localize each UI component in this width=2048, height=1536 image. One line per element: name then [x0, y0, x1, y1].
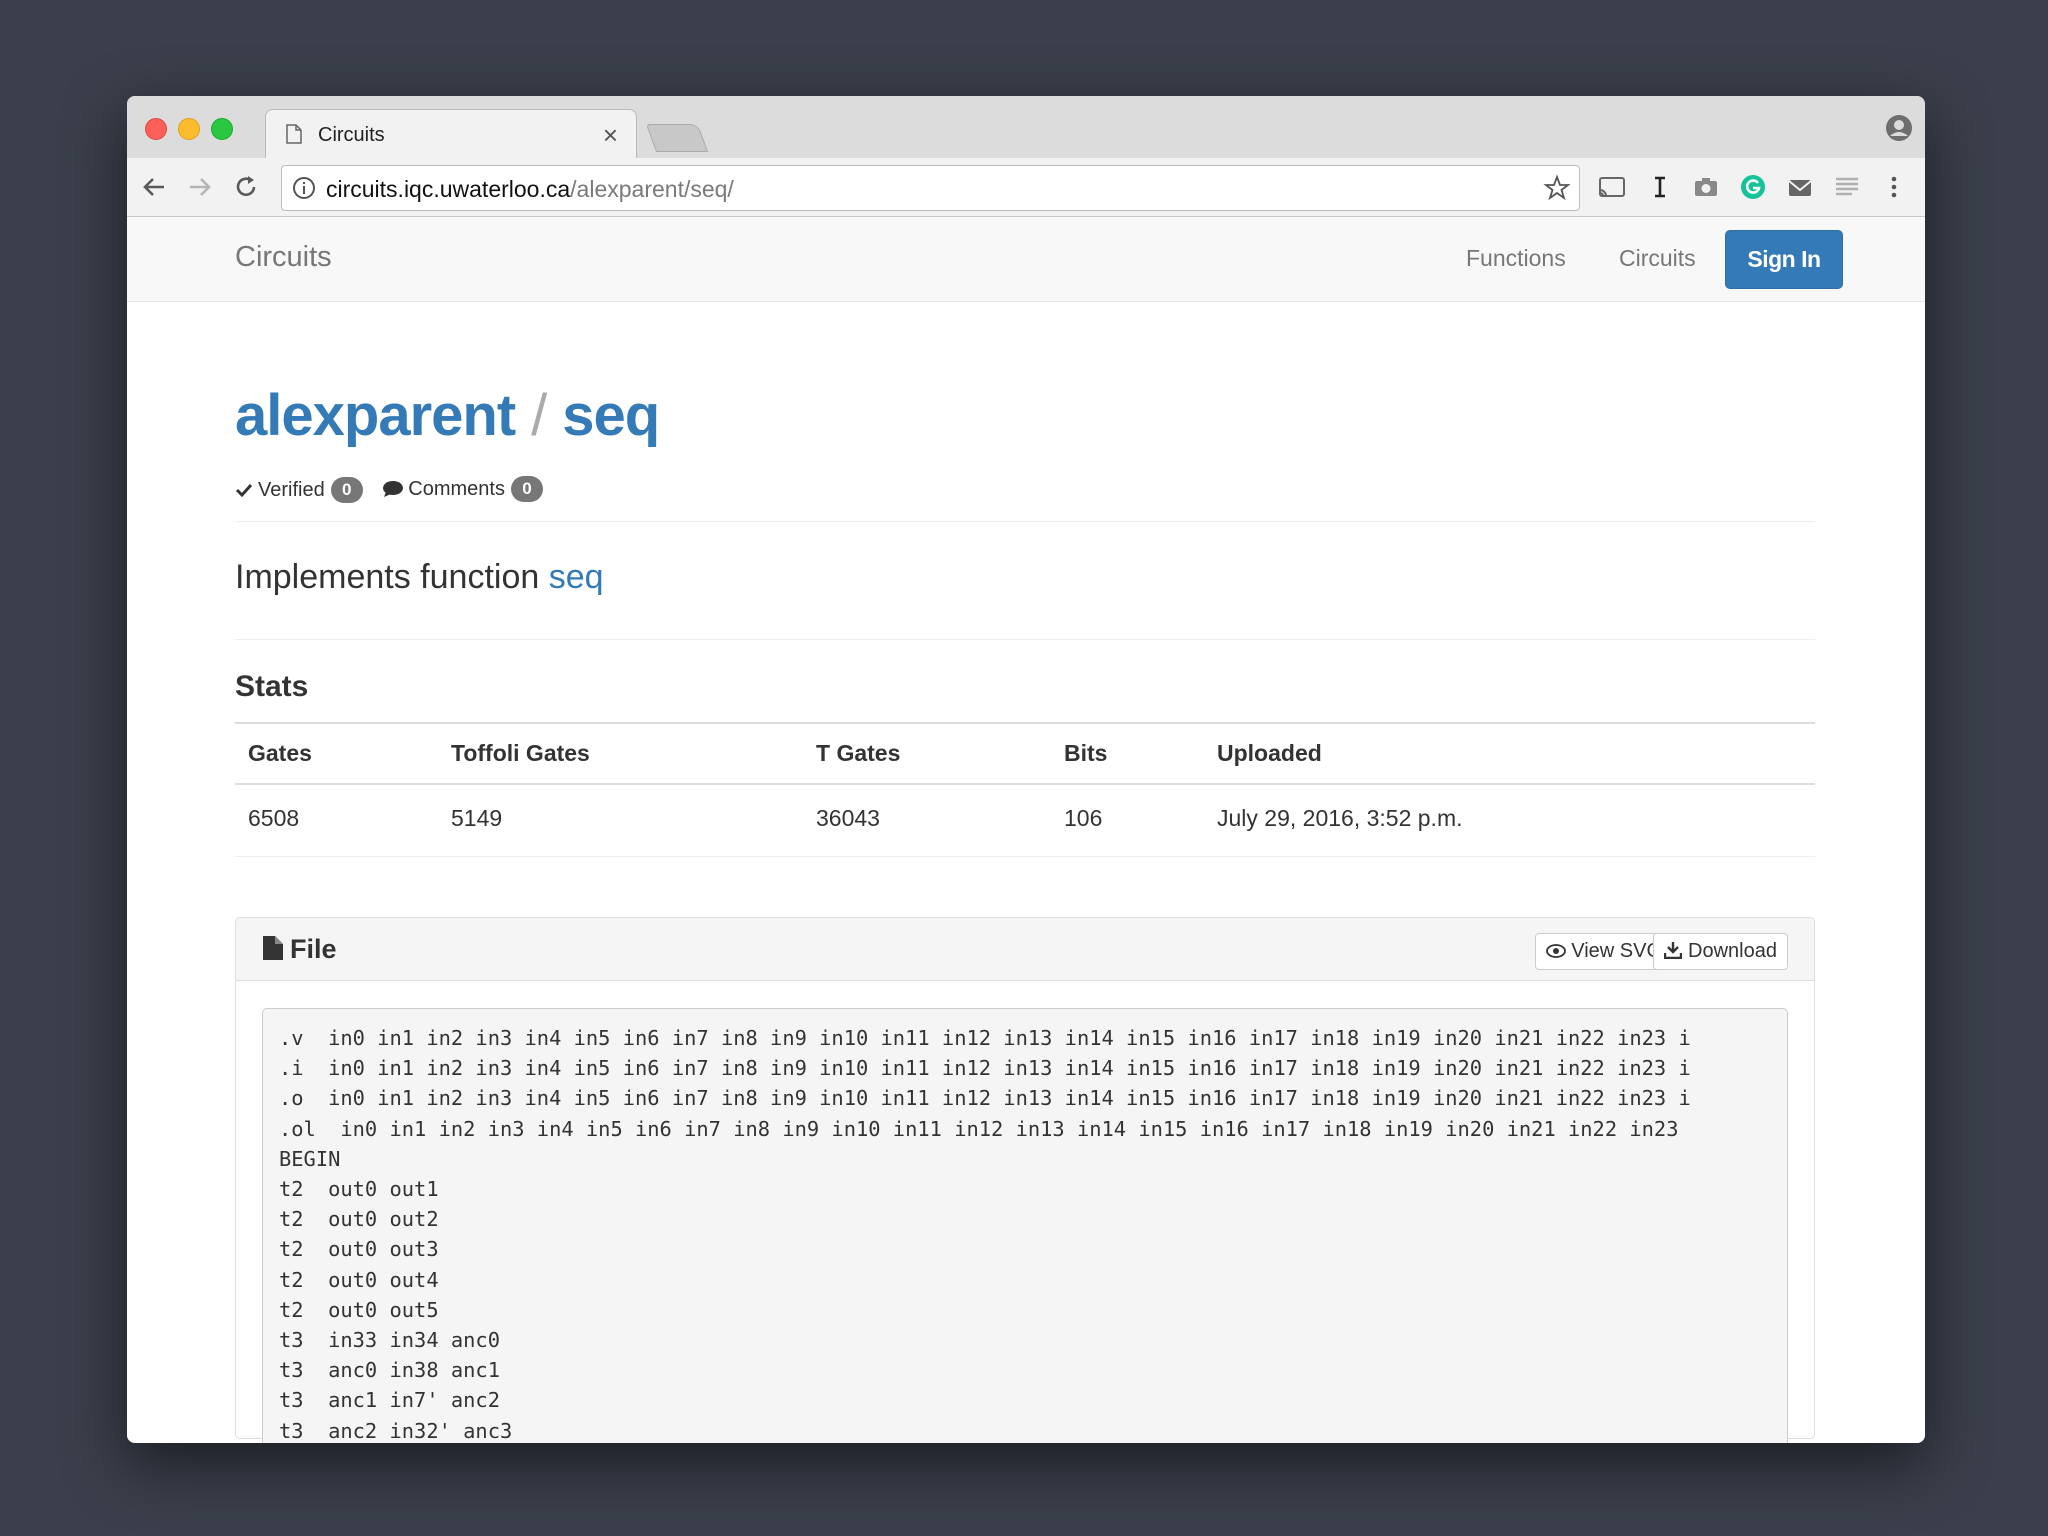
file-icon	[263, 936, 283, 960]
menu-kebab-icon[interactable]	[1879, 172, 1909, 202]
checkmark-icon	[235, 483, 253, 498]
code-line: .i in0 in1 in2 in3 in4 in5 in6 in7 in8 i…	[279, 1056, 1691, 1081]
code-line: .v in0 in1 in2 in3 in4 in5 in6 in7 in8 i…	[279, 1026, 1691, 1050]
back-arrow-icon[interactable]	[139, 172, 169, 202]
comments-count-badge: 0	[510, 476, 543, 502]
col-uploaded: Uploaded	[1204, 722, 1815, 785]
file-contents[interactable]: .v in0 in1 in2 in3 in4 in5 in6 in7 in8 i…	[262, 1008, 1788, 1443]
stats-table: Gates Toffoli Gates T Gates Bits Uploade…	[235, 722, 1815, 852]
cell-t-gates: 36043	[816, 805, 880, 831]
file-panel: File View SVG Download .v in0 in1 in2 in…	[235, 917, 1815, 1443]
reader-icon[interactable]	[1832, 172, 1862, 202]
code-line: .o in0 in1 in2 in3 in4 in5 in6 in7 in8 i…	[279, 1086, 1691, 1111]
divider	[235, 639, 1815, 640]
implements-prefix: Implements function	[235, 558, 540, 596]
download-icon	[1664, 942, 1683, 960]
eye-icon	[1545, 944, 1566, 958]
divider	[235, 856, 1815, 857]
code-line: t3 in33 in34 anc0	[279, 1328, 500, 1353]
col-toffoli-gates: Toffoli Gates	[438, 722, 803, 785]
comments-item[interactable]: Comments 0	[382, 476, 543, 502]
download-label: Download	[1688, 940, 1777, 962]
code-line: t2 out0 out5	[279, 1297, 439, 1322]
view-svg-button[interactable]: View SVG	[1534, 933, 1673, 970]
title-separator: /	[531, 383, 547, 448]
profile-icon[interactable]	[1885, 114, 1913, 142]
code-line: t3 anc2 in32' anc3	[279, 1418, 513, 1443]
window-maximize-button[interactable]	[211, 118, 233, 140]
meta-row: Verified 0 Comments 0	[235, 476, 557, 504]
cell-toffoli-gates: 5149	[451, 805, 503, 831]
page-title: alexparent / seq	[235, 382, 660, 449]
stats-heading: Stats	[235, 670, 309, 703]
cell-gates: 6508	[248, 805, 300, 831]
code-line: BEGIN	[279, 1146, 341, 1171]
cell-bits: 106	[1064, 805, 1103, 831]
file-title: File	[262, 934, 337, 965]
browser-window: Circuits × circuits.iqc.uwaterloo.ca/ale…	[127, 96, 1925, 1443]
implements-line: Implements function seq	[235, 558, 604, 597]
comments-label: Comments	[408, 477, 505, 500]
circuit-name-link[interactable]: seq	[562, 383, 660, 448]
cell-uploaded: July 29, 2016, 3:52 p.m.	[1217, 805, 1463, 831]
function-link[interactable]: seq	[549, 558, 604, 596]
file-title-text: File	[290, 934, 337, 964]
col-t-gates: T Gates	[803, 722, 1051, 785]
code-line: t2 out0 out1	[279, 1177, 439, 1202]
comment-bubble-icon	[383, 481, 404, 497]
owner-link[interactable]: alexparent	[235, 383, 516, 448]
code-line: t2 out0 out2	[279, 1207, 439, 1232]
content-layer: alexparent / seq Verified 0 Comments 0 I…	[235, 96, 1815, 1443]
code-line: t2 out0 out4	[279, 1267, 439, 1292]
code-line: t3 anc1 in7' anc2	[279, 1388, 500, 1413]
window-minimize-button[interactable]	[178, 118, 200, 140]
table-row: 6508 5149 36043 106 July 29, 2016, 3:52 …	[235, 784, 1815, 852]
col-bits: Bits	[1051, 722, 1204, 785]
code-line: .ol in0 in1 in2 in3 in4 in5 in6 in7 in8 …	[279, 1116, 1679, 1141]
verified-count-badge: 0	[330, 477, 363, 503]
verified-label: Verified	[258, 478, 325, 501]
view-svg-label: View SVG	[1571, 940, 1662, 962]
code-line: t3 anc0 in38 anc1	[279, 1358, 500, 1383]
col-gates: Gates	[235, 722, 438, 785]
forward-arrow-icon[interactable]	[185, 172, 215, 202]
divider	[235, 521, 1815, 522]
stats-header-row: Gates Toffoli Gates T Gates Bits Uploade…	[235, 722, 1815, 785]
code-line: t2 out0 out3	[279, 1237, 439, 1262]
download-button[interactable]: Download	[1653, 933, 1788, 970]
file-panel-heading: File View SVG Download	[236, 918, 1814, 981]
verified-item[interactable]: Verified 0	[235, 477, 363, 503]
window-close-button[interactable]	[145, 118, 167, 140]
